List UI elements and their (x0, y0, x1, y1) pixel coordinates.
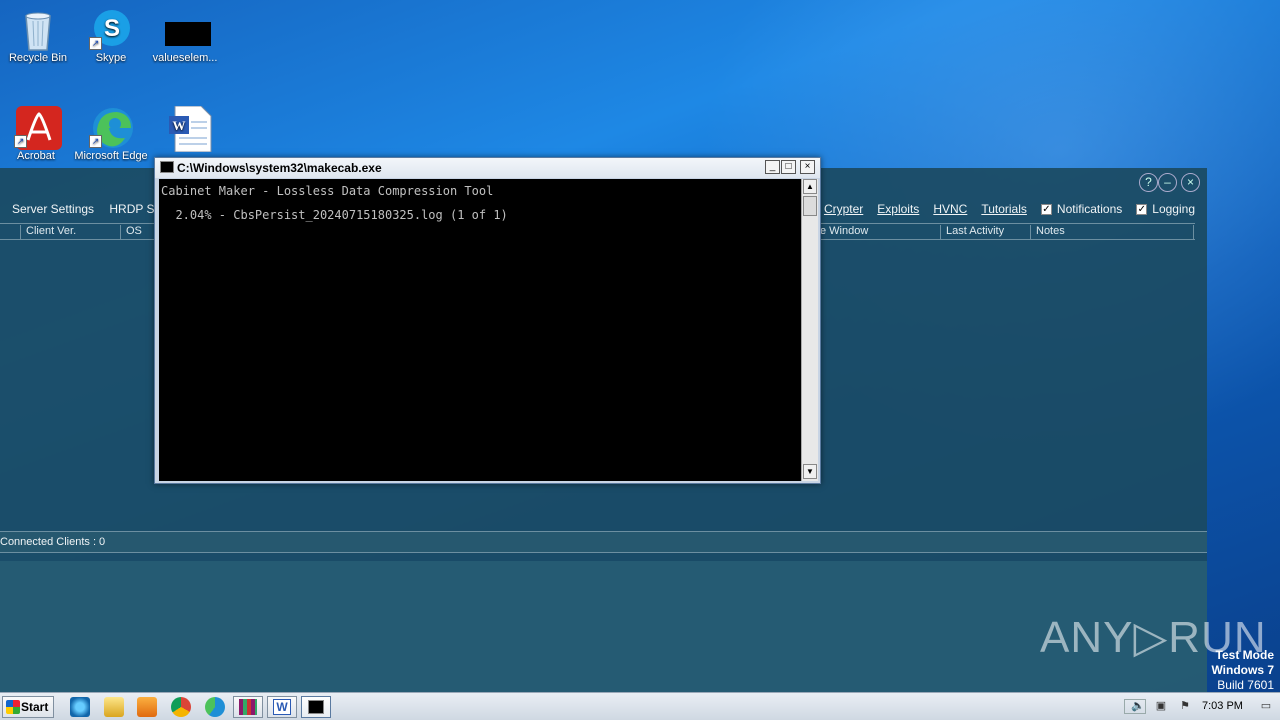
taskbar: Start W ◂ 🔈 ▣ ⚑ 7:03 PM ▭ (0, 692, 1280, 720)
desktop-icon-label: Recycle Bin (8, 52, 68, 64)
edge-icon[interactable] (205, 697, 225, 717)
notifications-checkbox[interactable]: ✓ (1040, 203, 1052, 215)
clock[interactable]: 7:03 PM (1202, 700, 1243, 712)
console-window[interactable]: C:\Windows\system32\makecab.exe _ □ × Ca… (154, 157, 821, 484)
column-notes[interactable]: Notes (1030, 225, 1194, 239)
link-crypter[interactable]: Crypter (824, 202, 863, 216)
menu-hrdp[interactable]: HRDP S (109, 202, 154, 216)
notifications-label: Notifications (1056, 202, 1123, 216)
right-menu: Crypter Exploits HVNC Tutorials ✓ Notifi… (810, 202, 1195, 216)
link-tutorials[interactable]: Tutorials (981, 202, 1027, 216)
column-client-ver[interactable]: Client Ver. (20, 225, 120, 239)
shortcut-arrow-icon: ↗ (14, 135, 27, 148)
console-line: 2.04% - CbsPersist_20240715180325.log (1… (161, 208, 508, 222)
windows-version-line: Windows 7 (1211, 663, 1274, 677)
desktop-icon-acrobat[interactable]: ↗ Acrobat (0, 106, 74, 162)
svg-text:S: S (104, 15, 120, 42)
test-mode-line: Test Mode (1215, 648, 1274, 662)
show-desktop-icon[interactable]: ▭ (1258, 699, 1274, 714)
ie-icon[interactable] (70, 697, 90, 717)
recycle-bin-icon (18, 8, 58, 51)
shortcut-arrow-icon: ↗ (89, 37, 102, 50)
word-taskbar-button[interactable]: W (267, 696, 297, 718)
desktop-icon-label: Acrobat (17, 150, 55, 162)
minimize-button[interactable]: – (1158, 173, 1177, 192)
console-taskbar-button[interactable] (301, 696, 331, 718)
action-center-flag-icon[interactable]: ⚑ (1177, 699, 1193, 714)
desktop-icon-label: Skype (95, 52, 127, 64)
console-maximize-button[interactable]: □ (781, 160, 796, 174)
log-panel (0, 561, 1207, 692)
link-hvnc[interactable]: HVNC (933, 202, 967, 216)
console-minimize-button[interactable]: _ (765, 160, 780, 174)
console-output[interactable]: Cabinet Maker - Lossless Data Compressio… (159, 179, 801, 481)
media-player-icon[interactable] (137, 697, 157, 717)
volume-icon[interactable]: 🔈 (1130, 699, 1146, 714)
console-icon (308, 700, 324, 714)
word-icon: W (273, 699, 291, 715)
desktop-icon-skype[interactable]: S ↗ Skype (73, 8, 149, 64)
desktop-icon-edge[interactable]: ↗ Microsoft Edge (73, 106, 149, 162)
logging-checkbox[interactable]: ✓ (1136, 203, 1148, 215)
logging-label: Logging (1152, 202, 1195, 216)
connected-clients-count: Connected Clients : 0 (0, 536, 106, 548)
console-close-button[interactable]: × (800, 160, 815, 174)
scroll-thumb[interactable] (803, 196, 817, 216)
skype-icon: S ↗ (89, 8, 131, 50)
help-button[interactable]: ? (1139, 173, 1158, 192)
main-menu: Server Settings HRDP S (12, 202, 167, 216)
link-exploits[interactable]: Exploits (877, 202, 919, 216)
column-last-activity[interactable]: Last Activity (940, 225, 1030, 239)
word-document-icon: W (167, 105, 212, 153)
build-line: Build 7601 (1217, 678, 1274, 692)
file-icon (165, 8, 211, 48)
explorer-icon[interactable] (104, 697, 124, 717)
svg-text:W: W (173, 118, 186, 133)
start-button[interactable]: Start (2, 696, 54, 718)
network-icon[interactable]: ▣ (1153, 699, 1169, 714)
windows-logo-icon (6, 700, 20, 714)
edge-icon: ↗ (89, 106, 133, 148)
start-label: Start (21, 700, 49, 714)
scroll-down-icon[interactable]: ▼ (803, 464, 817, 479)
winrar-icon (239, 699, 257, 715)
scroll-up-icon[interactable]: ▲ (803, 179, 817, 194)
menu-server-settings[interactable]: Server Settings (12, 202, 94, 216)
winrar-taskbar-button[interactable] (233, 696, 263, 718)
desktop-icon-label: Microsoft Edge (74, 150, 148, 162)
chrome-icon[interactable] (171, 697, 191, 717)
console-scrollbar[interactable]: ▲ ▼ (801, 179, 818, 481)
acrobat-icon: ↗ (14, 106, 62, 150)
desktop-icon-word-doc[interactable]: W (149, 105, 225, 153)
console-title: C:\Windows\system32\makecab.exe (177, 161, 382, 175)
console-line: Cabinet Maker - Lossless Data Compressio… (161, 184, 494, 198)
desktop-icon-label: valueselem... (152, 52, 218, 64)
desktop-icon-valueselem[interactable]: valueselem... (147, 8, 223, 64)
status-bar: Connected Clients : 0 (0, 531, 1207, 553)
test-mode-text: Test Mode Windows 7 Build 7601 (1211, 648, 1274, 693)
desktop-icon-recycle-bin[interactable]: Recycle Bin (0, 8, 76, 64)
console-icon (160, 161, 174, 173)
column-active-window[interactable]: e Window (814, 225, 940, 239)
shortcut-arrow-icon: ↗ (89, 135, 102, 148)
console-title-bar[interactable]: C:\Windows\system32\makecab.exe (155, 158, 820, 178)
close-button[interactable]: × (1181, 173, 1200, 192)
